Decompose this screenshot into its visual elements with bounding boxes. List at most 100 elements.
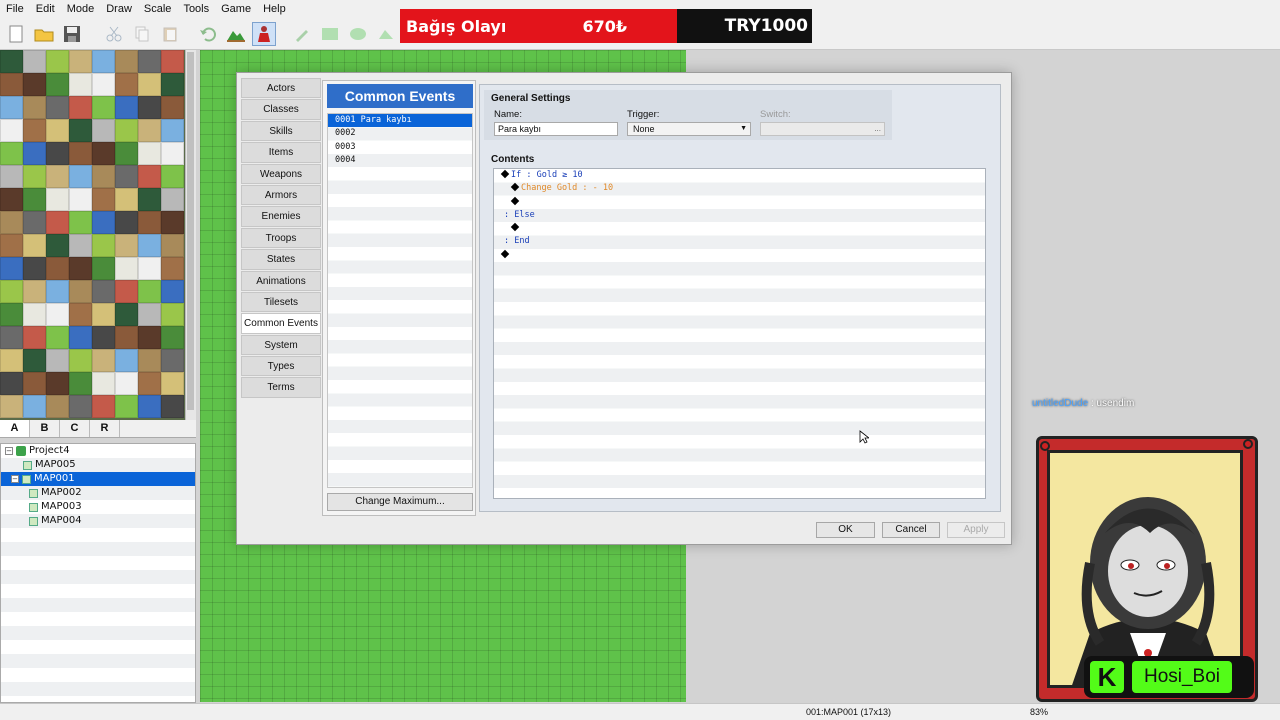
event-mode-icon[interactable]: [252, 21, 276, 46]
tile-swatch[interactable]: [23, 234, 46, 257]
tile-swatch[interactable]: [69, 234, 92, 257]
tile-swatch[interactable]: [161, 211, 184, 234]
tile-swatch[interactable]: [161, 142, 184, 165]
tile-swatch[interactable]: [46, 119, 69, 142]
tile-swatch[interactable]: [161, 73, 184, 96]
tile-swatch[interactable]: [138, 372, 161, 395]
tile-swatch[interactable]: [161, 119, 184, 142]
tile-swatch[interactable]: [69, 372, 92, 395]
menu-game[interactable]: Game: [215, 3, 257, 15]
tile-swatch[interactable]: [115, 395, 138, 418]
tile-swatch[interactable]: [23, 73, 46, 96]
tree-item-map001[interactable]: − MAP001: [1, 472, 195, 486]
tile-swatch[interactable]: [138, 165, 161, 188]
cancel-button[interactable]: Cancel: [882, 522, 940, 538]
new-project-icon[interactable]: [4, 22, 28, 46]
category-enemies[interactable]: Enemies: [241, 206, 321, 227]
menu-scale[interactable]: Scale: [138, 3, 178, 15]
category-classes[interactable]: Classes: [241, 99, 321, 120]
collapse-icon[interactable]: −: [11, 475, 19, 483]
tile-swatch[interactable]: [161, 395, 184, 418]
tile-swatch[interactable]: [46, 50, 69, 73]
fill-icon[interactable]: [374, 22, 398, 46]
tile-swatch[interactable]: [115, 119, 138, 142]
category-common-events[interactable]: Common Events: [241, 313, 321, 334]
paste-icon[interactable]: [158, 22, 182, 46]
tile-swatch[interactable]: [92, 303, 115, 326]
tile-swatch[interactable]: [138, 142, 161, 165]
tile-swatch[interactable]: [138, 50, 161, 73]
open-folder-icon[interactable]: [32, 22, 56, 46]
copy-icon[interactable]: [130, 22, 154, 46]
collapse-icon[interactable]: −: [5, 447, 13, 455]
map-mode-icon[interactable]: [224, 22, 248, 46]
tile-swatch[interactable]: [0, 395, 23, 418]
menu-draw[interactable]: Draw: [100, 3, 138, 15]
tile-swatch[interactable]: [0, 96, 23, 119]
tile-swatch[interactable]: [161, 257, 184, 280]
tile-swatch[interactable]: [46, 211, 69, 234]
tile-swatch[interactable]: [138, 96, 161, 119]
tile-grid[interactable]: [0, 50, 196, 418]
tile-swatch[interactable]: [115, 142, 138, 165]
tile-swatch[interactable]: [0, 326, 23, 349]
tile-swatch[interactable]: [92, 372, 115, 395]
tile-swatch[interactable]: [115, 96, 138, 119]
name-field[interactable]: Para kaybı: [494, 122, 618, 136]
tile-swatch[interactable]: [23, 372, 46, 395]
tile-swatch[interactable]: [138, 280, 161, 303]
tile-swatch[interactable]: [46, 280, 69, 303]
category-types[interactable]: Types: [241, 356, 321, 377]
tab-c[interactable]: C: [60, 420, 90, 437]
tile-swatch[interactable]: [161, 96, 184, 119]
tile-swatch[interactable]: [92, 211, 115, 234]
tree-item-map005[interactable]: MAP005: [1, 458, 195, 472]
tile-swatch[interactable]: [115, 188, 138, 211]
tile-swatch[interactable]: [115, 349, 138, 372]
tile-swatch[interactable]: [46, 372, 69, 395]
menu-mode[interactable]: Mode: [61, 3, 101, 15]
tile-swatch[interactable]: [115, 326, 138, 349]
tile-swatch[interactable]: [115, 165, 138, 188]
tile-swatch[interactable]: [69, 303, 92, 326]
tile-swatch[interactable]: [23, 96, 46, 119]
tile-swatch[interactable]: [0, 234, 23, 257]
tree-item-map003[interactable]: MAP003: [1, 500, 195, 514]
command-row[interactable]: [494, 249, 985, 262]
tile-swatch[interactable]: [138, 188, 161, 211]
tile-swatch[interactable]: [161, 50, 184, 73]
tile-swatch[interactable]: [161, 234, 184, 257]
command-row[interactable]: : End: [494, 235, 985, 248]
tab-b[interactable]: B: [30, 420, 60, 437]
tree-item-project[interactable]: − Project4: [1, 444, 195, 458]
command-row[interactable]: [494, 196, 985, 209]
tile-swatch[interactable]: [115, 211, 138, 234]
category-actors[interactable]: Actors: [241, 78, 321, 99]
tile-swatch[interactable]: [0, 349, 23, 372]
tile-swatch[interactable]: [69, 96, 92, 119]
ellipse-icon[interactable]: [346, 22, 370, 46]
ok-button[interactable]: OK: [816, 522, 875, 538]
tile-swatch[interactable]: [46, 165, 69, 188]
tile-swatch[interactable]: [69, 73, 92, 96]
menu-file[interactable]: File: [0, 3, 30, 15]
tile-swatch[interactable]: [0, 211, 23, 234]
tile-swatch[interactable]: [115, 372, 138, 395]
tile-swatch[interactable]: [46, 142, 69, 165]
category-system[interactable]: System: [241, 334, 321, 356]
tile-swatch[interactable]: [69, 349, 92, 372]
tile-swatch[interactable]: [138, 395, 161, 418]
tile-swatch[interactable]: [161, 280, 184, 303]
category-terms[interactable]: Terms: [241, 377, 321, 398]
tile-swatch[interactable]: [92, 349, 115, 372]
tile-swatch[interactable]: [92, 257, 115, 280]
tile-swatch[interactable]: [69, 257, 92, 280]
tile-swatch[interactable]: [0, 142, 23, 165]
tile-swatch[interactable]: [92, 96, 115, 119]
tile-swatch[interactable]: [46, 303, 69, 326]
tile-swatch[interactable]: [138, 211, 161, 234]
tile-palette-scroll-thumb[interactable]: [187, 52, 194, 410]
menu-tools[interactable]: Tools: [177, 3, 215, 15]
apply-button[interactable]: Apply: [947, 522, 1005, 538]
tile-swatch[interactable]: [115, 50, 138, 73]
